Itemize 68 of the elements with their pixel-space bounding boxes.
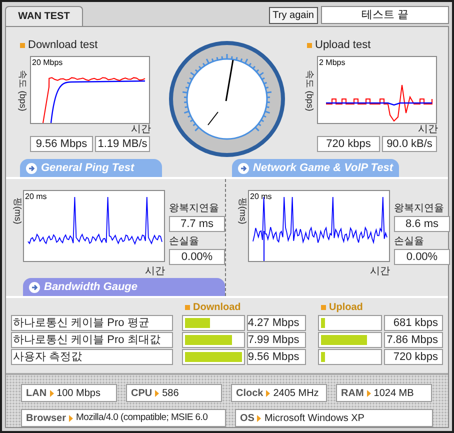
row-label: 사용자 측정값 (11, 349, 174, 365)
bullet-icon (185, 305, 190, 310)
bullet-icon (321, 305, 326, 310)
tab[interactable]: WAN TEST (5, 6, 83, 26)
reading-field: 1.19 MB/s (95, 136, 150, 152)
loss-field: 0.00% (169, 249, 225, 265)
scale-label: 20 Mbps (32, 56, 63, 68)
reading-field: 720 kbps (317, 136, 380, 152)
axis-label: 속도 (bps) (304, 68, 316, 113)
info-value: Mozilla/4.0 (compatible; MSIE 6.0 (76, 410, 208, 425)
section-tab[interactable]: General Ping Test (20, 159, 162, 177)
info-label: OS (240, 412, 254, 426)
info-label: Clock (236, 386, 264, 400)
triangle-icon (366, 390, 371, 396)
axis-label: 시간 (145, 265, 165, 278)
loss-field: 0.00% (394, 249, 450, 265)
scale-label: 20 ms (25, 191, 47, 203)
triangle-icon (266, 390, 270, 396)
info-value: Microsoft Windows XP (264, 412, 364, 426)
axis-label: 핑(ms) (12, 196, 24, 226)
arrow-circle-icon (238, 162, 249, 174)
info-label: CPU (131, 386, 152, 400)
info-label: RAM (341, 386, 364, 400)
reading-field: 90.0 kB/s (382, 136, 437, 152)
speed-value: 9.56 Mbps (246, 349, 306, 365)
axis-label: 시간 (370, 265, 390, 278)
info-label: Browser (26, 412, 66, 426)
bullet-icon (20, 42, 25, 48)
info-value: 586 (162, 386, 179, 400)
chart-title: Download test (28, 38, 98, 53)
axis-label: 시간 (418, 124, 438, 136)
row-label: 하나로통신 케이블 Pro 최대값 (11, 332, 174, 348)
axis-label: 시간 (131, 124, 151, 136)
column-header: Download (193, 301, 241, 315)
section-tab[interactable]: Network Game & VoIP Test (232, 159, 399, 177)
latency-field: 7.7 ms (169, 216, 225, 232)
latency-label: 왕복지연율 (394, 202, 445, 215)
speed-value: 7.86 Mbps (384, 332, 443, 348)
column-header: Upload (329, 301, 363, 315)
info-label: LAN (26, 386, 47, 400)
info-value: 1024 MB (374, 386, 414, 400)
bullet-icon (307, 42, 312, 48)
status-field: 테스트 끝 (321, 6, 449, 24)
speed-value: 4.27 Mbps (246, 315, 306, 331)
reading-field: 9.56 Mbps (30, 136, 93, 152)
speed-value: 7.99 Mbps (246, 332, 306, 348)
triangle-icon (50, 390, 54, 396)
chart-title: Upload test (315, 38, 371, 53)
info-value: 100 Mbps (56, 386, 100, 400)
loss-label: 손실율 (394, 235, 425, 248)
triangle-icon (257, 414, 262, 422)
triangle-icon (69, 414, 74, 422)
latency-label: 왕복지연율 (169, 202, 220, 215)
arrow-circle-icon (29, 282, 40, 292)
info-value: 2405 MHz (273, 386, 319, 400)
axis-label: 속도 (bps) (16, 68, 29, 113)
row-label: 하나로통신 케이블 Pro 평균 (11, 315, 174, 331)
section-tab[interactable]: Bandwidth Gauge (23, 278, 225, 296)
arrow-circle-icon (26, 162, 37, 174)
scale-label: 20 ms (250, 191, 272, 203)
loss-label: 손실율 (169, 235, 200, 248)
try-again-button[interactable]: Try again (268, 6, 318, 24)
axis-label: 핑(ms) (236, 196, 249, 226)
speed-value: 720 kbps (384, 349, 443, 365)
scale-label: 2 Mbps (319, 56, 346, 68)
triangle-icon (155, 390, 160, 396)
latency-field: 8.6 ms (394, 216, 450, 232)
speed-value: 681 kbps (384, 315, 443, 331)
